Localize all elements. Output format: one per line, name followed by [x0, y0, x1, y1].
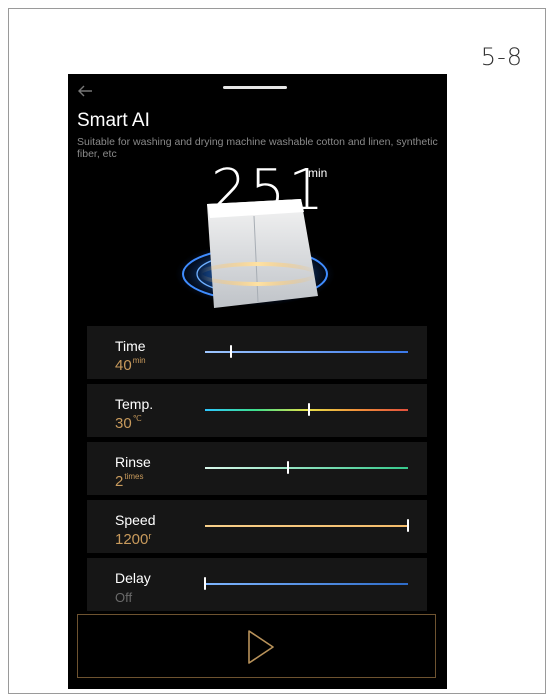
laundry-illustration	[175, 199, 335, 308]
play-icon	[248, 630, 274, 664]
page-frame: 5-8 Smart AI Suitable for washing and dr…	[8, 8, 546, 694]
phone-screen: Smart AI Suitable for washing and drying…	[68, 74, 447, 689]
program-description: Suitable for washing and drying machine …	[77, 136, 438, 160]
time-slider-track[interactable]	[205, 351, 408, 353]
setting-row-delay[interactable]: Delay Off	[87, 558, 427, 611]
setting-row-time[interactable]: Time 40min	[87, 326, 427, 379]
rinse-slider-handle[interactable]	[287, 461, 290, 474]
delay-slider-track[interactable]	[205, 583, 408, 585]
delay-slider-handle[interactable]	[204, 577, 206, 590]
setting-label: Temp.	[115, 396, 154, 412]
drag-handle[interactable]	[223, 86, 287, 89]
setting-value: 1200r	[115, 531, 152, 548]
start-button[interactable]	[77, 614, 436, 678]
setting-value: 40min	[115, 356, 146, 374]
speed-slider-track[interactable]	[205, 525, 408, 527]
setting-value: Off	[115, 590, 133, 605]
temperature-slider-track[interactable]	[205, 409, 408, 411]
setting-label: Delay	[115, 570, 151, 586]
setting-label: Speed	[115, 512, 156, 528]
page-number: 5-8	[480, 43, 523, 71]
settings-list: Time 40min Temp. 30℃ Rinse 2times Speed …	[87, 326, 427, 616]
setting-row-temperature[interactable]: Temp. 30℃	[87, 384, 427, 437]
speed-slider-handle[interactable]	[407, 519, 409, 532]
duration-unit: min	[308, 166, 328, 180]
setting-row-speed[interactable]: Speed 1200r	[87, 500, 427, 553]
program-title: Smart AI	[77, 110, 150, 131]
temperature-slider-handle[interactable]	[307, 403, 310, 416]
setting-value: 30℃	[115, 414, 142, 432]
setting-value: 2times	[115, 472, 144, 490]
setting-row-rinse[interactable]: Rinse 2times	[87, 442, 427, 495]
setting-label: Rinse	[115, 454, 151, 470]
setting-label: Time	[115, 338, 146, 354]
back-arrow-icon[interactable]	[76, 82, 94, 100]
rinse-slider-track[interactable]	[205, 467, 408, 469]
